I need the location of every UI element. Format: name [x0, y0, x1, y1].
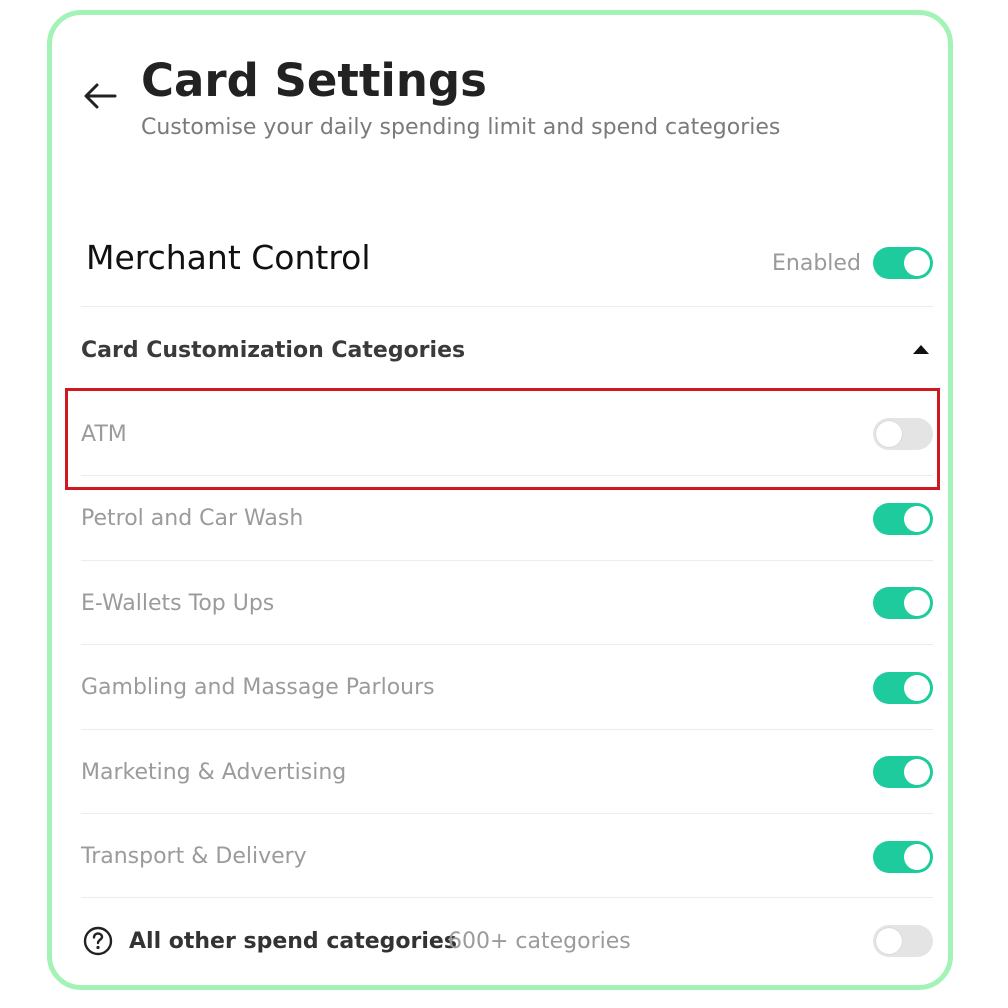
- question-circle-icon[interactable]: [83, 926, 113, 956]
- merchant-control-toggle[interactable]: [873, 247, 933, 279]
- category-toggle-gambling[interactable]: [873, 672, 933, 704]
- category-toggle-ewallets[interactable]: [873, 587, 933, 619]
- highlight-box-atm: [65, 388, 940, 490]
- category-toggle-transport[interactable]: [873, 841, 933, 873]
- category-label-marketing: Marketing & Advertising: [81, 760, 347, 785]
- divider: [81, 306, 933, 307]
- toggle-knob: [904, 759, 930, 785]
- section-title-card-customization: Card Customization Categories: [81, 338, 466, 363]
- category-toggle-marketing[interactable]: [873, 756, 933, 788]
- divider: [81, 897, 933, 898]
- merchant-control-status: Enabled: [772, 251, 861, 276]
- toggle-knob: [876, 928, 902, 954]
- category-toggle-petrol[interactable]: [873, 503, 933, 535]
- card-settings-panel: [47, 10, 953, 990]
- divider: [81, 813, 933, 814]
- divider: [81, 644, 933, 645]
- other-categories-count: 600+ categories: [448, 929, 631, 954]
- divider: [81, 560, 933, 561]
- toggle-knob: [904, 506, 930, 532]
- merchant-control-title: Merchant Control: [86, 238, 371, 277]
- divider: [81, 729, 933, 730]
- toggle-knob: [904, 250, 930, 276]
- other-categories-label: All other spend categories: [129, 929, 457, 954]
- category-label-ewallets: E-Wallets Top Ups: [81, 591, 275, 616]
- category-label-transport: Transport & Delivery: [81, 844, 307, 869]
- toggle-knob: [904, 590, 930, 616]
- category-label-petrol: Petrol and Car Wash: [81, 506, 304, 531]
- back-arrow-icon[interactable]: [82, 80, 118, 112]
- caret-up-icon[interactable]: [913, 345, 929, 354]
- toggle-knob: [904, 675, 930, 701]
- toggle-knob: [904, 844, 930, 870]
- category-label-gambling: Gambling and Massage Parlours: [81, 675, 435, 700]
- other-categories-toggle[interactable]: [873, 925, 933, 957]
- page-title: Card Settings: [141, 54, 487, 107]
- page-subtitle: Customise your daily spending limit and …: [141, 115, 781, 140]
